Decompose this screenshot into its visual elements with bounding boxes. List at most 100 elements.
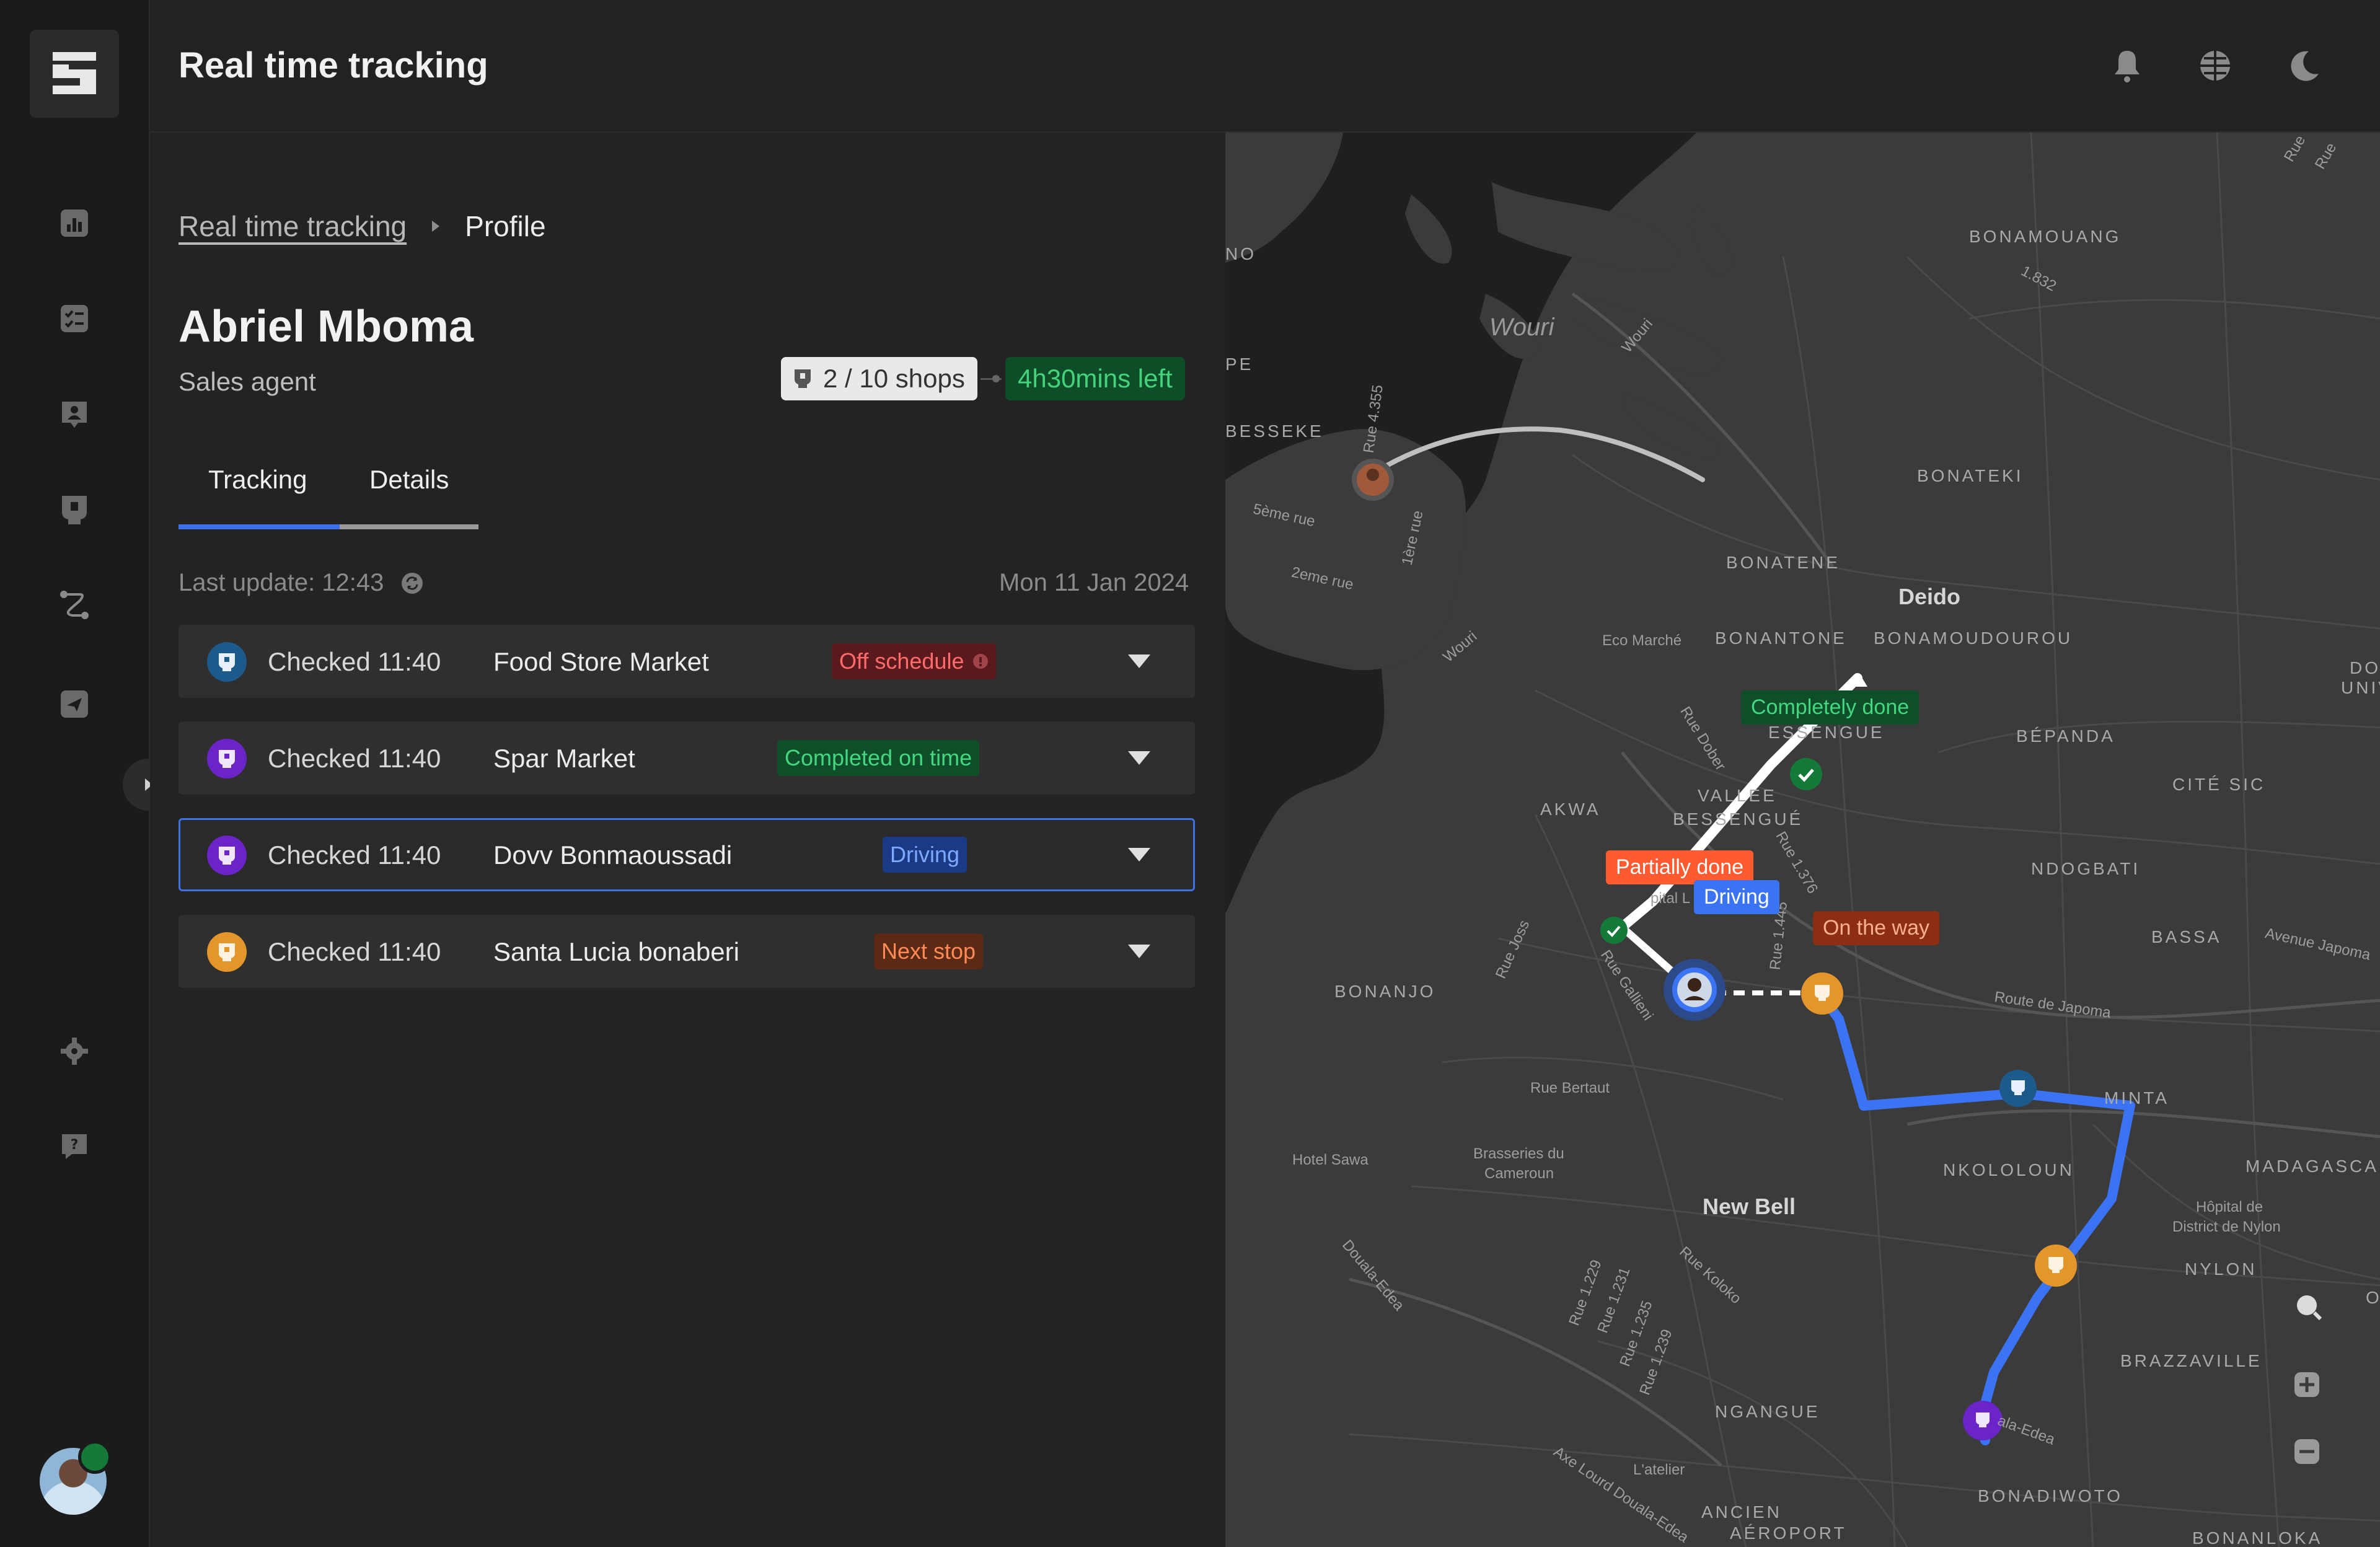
map-label: CITÉ SIC	[2172, 775, 2266, 794]
tab-tracking[interactable]: Tracking	[208, 465, 307, 495]
profile-tabs: Tracking Details	[178, 465, 478, 534]
tracking-map[interactable]: BONAMOUANG 1.832 Wouri Wouri NO PE BESSE…	[1225, 133, 2380, 1547]
page-title: Real time tracking	[178, 45, 488, 86]
breadcrumb-parent-link[interactable]: Real time tracking	[178, 209, 407, 243]
map-label: DO	[2350, 658, 2380, 677]
stop-name: Spar Market	[493, 744, 635, 773]
map-label: Eco Marché	[1602, 632, 1682, 649]
agent-name: Abriel Mboma	[178, 302, 474, 351]
stop-row[interactable]: Checked 11:40 Spar Market Completed on t…	[178, 721, 1195, 795]
status-badge-text: Driving	[890, 842, 960, 867]
sidebar-item-settings[interactable]	[58, 1035, 90, 1067]
minus-icon	[2294, 1439, 2319, 1464]
map-label: District de Nylon	[2172, 1219, 2281, 1235]
map-label: BONADIWOTO	[1978, 1486, 2123, 1505]
online-status-dot	[78, 1440, 112, 1474]
map-tag-driving[interactable]: Driving	[1694, 880, 1779, 914]
map-label: BONANJO	[1334, 982, 1436, 1001]
logo-icon	[53, 52, 96, 94]
chevron-down-icon[interactable]	[1127, 750, 1152, 766]
zoom-in-button[interactable]	[2293, 1371, 2333, 1411]
tab-active-indicator	[178, 524, 340, 529]
badge-connector-dot	[992, 375, 1000, 382]
stop-checked-time: Checked 11:40	[268, 840, 441, 870]
map-label: BASSA	[2151, 927, 2222, 946]
shop-marker-icon	[207, 642, 247, 682]
search-icon	[2297, 1295, 2322, 1321]
map-label: AKWA	[1540, 800, 1601, 819]
map-label: NYLON	[2185, 1259, 2257, 1279]
map-label: Hôpital de	[2196, 1199, 2263, 1215]
map-label: MINTA	[2104, 1088, 2170, 1108]
tracking-panel: Real time tracking Profile Abriel Mboma …	[150, 133, 1225, 1547]
map-tag-on-the-way[interactable]: On the way	[1813, 911, 1939, 945]
map-tag-partially-done[interactable]: Partially done	[1606, 850, 1754, 884]
shop-marker-icon	[207, 835, 247, 875]
stop-row[interactable]: Checked 11:40 Food Store Market Off sche…	[178, 625, 1195, 698]
map-label: NKOLOLOUN	[1943, 1160, 2074, 1179]
zoom-out-button[interactable]	[2293, 1438, 2333, 1478]
route-icon	[60, 591, 89, 619]
map-label: VALLEE	[1698, 786, 1777, 805]
map-label: BONANTONE	[1715, 628, 1847, 648]
shop-icon	[62, 496, 87, 524]
chevron-down-icon[interactable]	[1127, 847, 1152, 863]
sidebar-item-dashboard[interactable]	[58, 207, 90, 239]
stop-row[interactable]: Checked 11:40 Santa Lucia bonaberi Next …	[178, 915, 1195, 988]
map-label: PE	[1225, 355, 1254, 374]
map-label: O	[2366, 1288, 2380, 1307]
user-avatar[interactable]	[40, 1440, 112, 1515]
app-logo[interactable]	[30, 30, 119, 118]
map-label: Brasseries du	[1473, 1145, 1564, 1162]
help-icon: ?	[62, 1134, 87, 1159]
stop-name: Santa Lucia bonaberi	[493, 937, 739, 966]
top-bar: Real time tracking	[150, 0, 2380, 133]
map-label: L'atelier	[1633, 1461, 1685, 1478]
sidebar-item-shops[interactable]	[58, 493, 90, 526]
stop-name: Food Store Market	[493, 647, 709, 676]
tracking-date: Mon 11 Jan 2024	[999, 569, 1189, 596]
map-tag-completely-done[interactable]: Completely done	[1741, 690, 1919, 725]
status-badge: Driving	[883, 837, 967, 873]
sidebar-item-tasks[interactable]	[58, 302, 90, 335]
sidebar-item-routes[interactable]	[58, 589, 90, 621]
status-badge-text: Next stop	[881, 938, 976, 964]
map-label: NDOGBATI	[2031, 859, 2141, 878]
tab-details[interactable]: Details	[369, 465, 449, 495]
shop-marker-icon	[207, 739, 247, 778]
sidebar-item-contacts[interactable]	[58, 398, 90, 430]
map-label: BESSENGUÉ	[1673, 809, 1804, 829]
breadcrumb: Real time tracking Profile	[178, 209, 546, 243]
breadcrumb-current: Profile	[465, 210, 546, 242]
map-label: NO	[1225, 244, 1256, 263]
settings-icon	[61, 1038, 88, 1065]
stop-row-selected[interactable]: Checked 11:40 Dovv Bonmaoussadi Driving	[178, 818, 1195, 891]
map-label: Wouri	[1489, 314, 1554, 341]
refresh-icon[interactable]	[401, 572, 423, 594]
tasks-icon	[61, 305, 88, 332]
status-badge-text: Off schedule	[839, 648, 964, 674]
map-label: BONATENE	[1726, 553, 1840, 572]
notifications-button[interactable]	[2109, 47, 2146, 84]
map-label: BÉPANDA	[2016, 726, 2115, 746]
sidebar-item-help[interactable]: ?	[58, 1130, 90, 1163]
plus-icon	[2294, 1372, 2319, 1397]
map-label: ESSENGUE	[1768, 723, 1885, 742]
chevron-down-icon[interactable]	[1127, 943, 1152, 959]
last-update-text: Last update: 12:43	[178, 569, 384, 596]
map-label: BONATEKI	[1917, 466, 2024, 485]
map-label: ANCIEN	[1701, 1502, 1782, 1522]
theme-toggle-button[interactable]	[2286, 47, 2323, 84]
map-label: BONANLOKA	[2192, 1528, 2323, 1547]
chevron-down-icon[interactable]	[1127, 653, 1152, 669]
send-icon	[61, 690, 88, 718]
map-search-button[interactable]	[2293, 1292, 2333, 1331]
stop-name: Dovv Bonmaoussadi	[493, 840, 733, 870]
time-left-badge: 4h30mins left	[1005, 357, 1185, 400]
map-label: MADAGASCA	[2246, 1157, 2379, 1176]
globe-icon	[2200, 51, 2230, 81]
sidebar-item-send[interactable]	[58, 688, 90, 720]
map-label: BESSEKE	[1225, 421, 1324, 441]
language-button[interactable]	[2197, 47, 2234, 84]
shop-icon	[795, 369, 811, 388]
